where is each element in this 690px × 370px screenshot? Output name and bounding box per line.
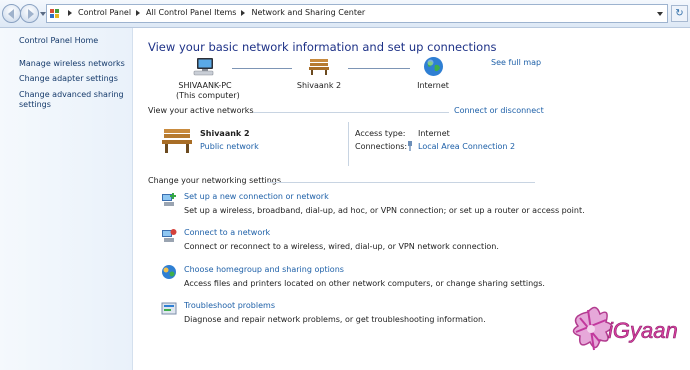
troubleshoot-icon	[161, 301, 177, 317]
connection-line	[232, 68, 292, 69]
address-bar[interactable]: Control Panel All Control Panel Items Ne…	[46, 4, 668, 23]
change-adapter-link[interactable]: Change adapter settings	[19, 74, 118, 84]
see-full-map-link[interactable]: See full map	[491, 58, 541, 67]
settings-heading: Change your networking settings	[148, 176, 282, 185]
connections-label: Connections:	[355, 142, 408, 151]
setup-connection-link[interactable]: Set up a new connection or network	[184, 192, 329, 201]
this-computer-node[interactable]: SHIVAANK-PC (This computer)	[176, 81, 240, 101]
control-panel-home-link[interactable]: Control Panel Home	[19, 36, 98, 46]
ethernet-icon	[407, 141, 413, 151]
computer-icon[interactable]	[193, 57, 215, 77]
connection-line	[348, 68, 410, 69]
globe-icon[interactable]	[423, 56, 444, 77]
manage-wireless-link[interactable]: Manage wireless networks	[19, 59, 125, 69]
change-advanced-sharing-link-line2[interactable]: settings	[19, 100, 51, 110]
computer-name: SHIVAANK-PC	[178, 81, 232, 90]
watermark-flower-icon	[572, 306, 613, 351]
divider	[253, 112, 449, 113]
refresh-icon: ↻	[675, 8, 684, 19]
back-button[interactable]	[2, 4, 21, 23]
address-toolbar: Control Panel All Control Panel Items Ne…	[0, 0, 690, 28]
breadcrumb-control-panel[interactable]: Control Panel	[78, 8, 131, 17]
network-type-link[interactable]: Public network	[200, 142, 259, 151]
chevron-right-icon[interactable]	[68, 9, 72, 16]
access-type-label: Access type:	[355, 129, 406, 138]
connect-network-icon	[161, 228, 177, 244]
igyaan-watermark-logo: iGyaan	[566, 298, 690, 370]
control-panel-icon	[50, 9, 60, 19]
computer-sub: (This computer)	[176, 91, 240, 100]
homegroup-link[interactable]: Choose homegroup and sharing options	[184, 265, 344, 274]
change-advanced-sharing-link[interactable]: Change advanced sharing	[19, 90, 124, 100]
network-node[interactable]: Shivaank 2	[291, 81, 347, 91]
breadcrumb-network-sharing[interactable]: Network and Sharing Center	[251, 8, 365, 17]
back-arrow-icon	[8, 9, 14, 19]
forward-arrow-icon	[28, 9, 34, 19]
forward-button[interactable]	[20, 4, 39, 23]
address-dropdown-icon[interactable]	[657, 12, 663, 16]
setup-connection-desc: Set up a wireless, broadband, dial-up, a…	[184, 206, 585, 215]
homegroup-icon	[161, 264, 177, 280]
page-title: View your basic network information and …	[148, 40, 497, 54]
access-type-value: Internet	[418, 129, 450, 138]
active-network-name: Shivaank 2	[200, 129, 250, 138]
local-area-connection-link[interactable]: Local Area Connection 2	[418, 142, 515, 151]
chevron-right-icon[interactable]	[241, 9, 246, 16]
homegroup-desc: Access files and printers located on oth…	[184, 279, 545, 288]
internet-node[interactable]: Internet	[411, 81, 455, 91]
watermark-text: iGyaan	[608, 318, 678, 343]
breadcrumb: Control Panel All Control Panel Items Ne…	[63, 8, 365, 17]
connect-network-desc: Connect or reconnect to a wireless, wire…	[184, 242, 499, 251]
connect-disconnect-link[interactable]: Connect or disconnect	[454, 106, 544, 115]
troubleshoot-desc: Diagnose and repair network problems, or…	[184, 315, 486, 324]
active-networks-heading: View your active networks	[148, 106, 254, 115]
divider	[348, 122, 349, 166]
left-nav-pane: Control Panel Home Manage wireless netwo…	[0, 28, 133, 370]
connect-network-link[interactable]: Connect to a network	[184, 228, 270, 237]
bench-icon[interactable]	[308, 58, 330, 76]
chevron-right-icon[interactable]	[136, 9, 141, 16]
refresh-button[interactable]: ↻	[671, 5, 688, 22]
breadcrumb-all-items[interactable]: All Control Panel Items	[146, 8, 236, 17]
new-connection-icon	[161, 192, 177, 208]
bench-icon	[161, 128, 193, 154]
divider	[267, 182, 535, 183]
troubleshoot-link[interactable]: Troubleshoot problems	[184, 301, 275, 310]
